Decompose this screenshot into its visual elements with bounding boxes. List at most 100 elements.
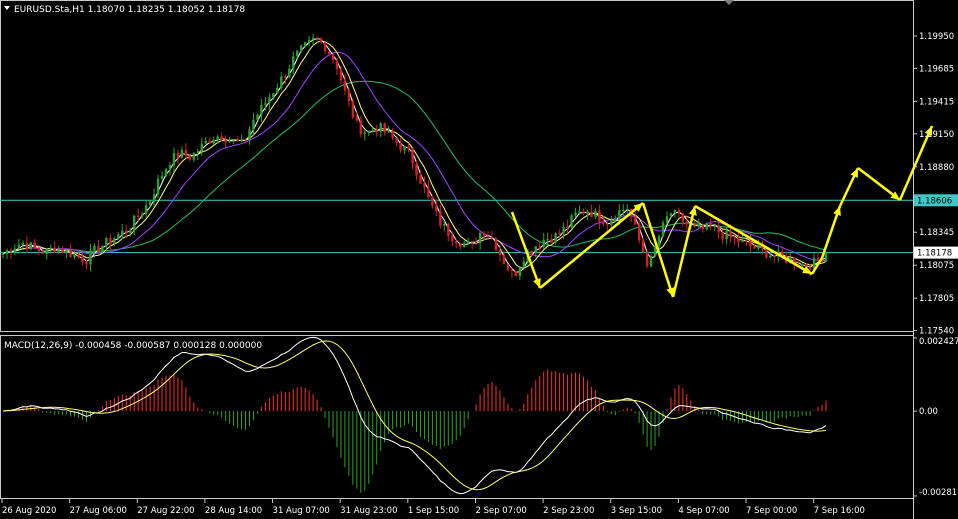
candle-body bbox=[240, 139, 243, 142]
candle-body bbox=[387, 131, 390, 133]
candle-body bbox=[49, 247, 52, 249]
candle-body bbox=[729, 231, 732, 238]
candle-body bbox=[367, 130, 370, 133]
candle-body bbox=[618, 210, 621, 220]
candle-body bbox=[61, 248, 64, 254]
candle-body bbox=[41, 251, 44, 255]
candle-body bbox=[136, 215, 140, 217]
price-tick-label: 1.17805 bbox=[919, 294, 954, 304]
candle-body bbox=[57, 248, 60, 253]
candle-body bbox=[252, 119, 255, 130]
candle-body bbox=[220, 136, 223, 140]
candle-body bbox=[180, 149, 184, 158]
candle-body bbox=[216, 136, 219, 140]
candle-body bbox=[645, 252, 649, 267]
candle-body bbox=[89, 250, 92, 265]
candle-body bbox=[188, 155, 192, 160]
candle-body bbox=[5, 250, 9, 254]
candle-body bbox=[411, 148, 414, 164]
candle-body bbox=[248, 129, 251, 140]
candle-body bbox=[530, 250, 533, 254]
candle-body bbox=[554, 233, 557, 243]
candle-body bbox=[236, 139, 239, 142]
trading-chart[interactable]: 1.18606 1.18178 1.19950 1.19685 1.19415 1.19… bbox=[0, 0, 958, 519]
candle-body bbox=[705, 222, 708, 230]
time-tick-label: 31 Aug 23:00 bbox=[340, 506, 397, 516]
candle-body bbox=[232, 139, 235, 141]
candle-body bbox=[594, 210, 597, 218]
candle-body bbox=[327, 51, 331, 54]
candle-body bbox=[665, 216, 669, 223]
candle-body bbox=[725, 231, 728, 240]
candle-body bbox=[733, 237, 736, 239]
candle-body bbox=[622, 210, 625, 212]
candle-body bbox=[125, 230, 128, 233]
price-tick-label: 1.18345 bbox=[919, 228, 954, 238]
candle-body bbox=[534, 246, 537, 254]
candle-body bbox=[85, 261, 88, 265]
candle-body bbox=[77, 254, 80, 258]
candle-body bbox=[435, 205, 438, 212]
candle-body bbox=[769, 255, 772, 258]
candle-body bbox=[697, 225, 700, 227]
candle-body bbox=[737, 238, 740, 243]
time-tick-label: 27 Aug 22:00 bbox=[137, 506, 194, 516]
candle-body bbox=[69, 249, 72, 258]
candle-body bbox=[685, 221, 689, 225]
candle-body bbox=[542, 239, 545, 247]
candle-body bbox=[757, 245, 760, 249]
candle-body bbox=[276, 87, 279, 94]
candle-body bbox=[260, 104, 263, 115]
chart-menu-triangle-icon[interactable] bbox=[4, 6, 10, 10]
projection-arrowhead bbox=[833, 206, 841, 216]
candle-body bbox=[81, 257, 84, 262]
candle-body bbox=[347, 90, 351, 102]
candle-body bbox=[423, 183, 426, 188]
candle-body bbox=[558, 233, 561, 235]
candle-body bbox=[168, 165, 172, 169]
candle-body bbox=[466, 241, 470, 244]
candle-body bbox=[550, 239, 553, 243]
candle-body bbox=[808, 267, 812, 270]
price-tick-label: 1.19415 bbox=[919, 97, 954, 107]
candle-body bbox=[574, 212, 577, 216]
candle-body bbox=[494, 238, 498, 251]
macd-label: MACD(12,26,9) -0.000458 -0.000587 0.0001… bbox=[4, 341, 262, 351]
candle-body bbox=[268, 97, 271, 104]
candle-body bbox=[152, 194, 156, 202]
candle-body bbox=[53, 247, 56, 253]
candle-body bbox=[478, 232, 482, 244]
candle-body bbox=[323, 42, 327, 52]
candle-body bbox=[514, 271, 518, 276]
candle-body bbox=[97, 245, 100, 252]
macd-line bbox=[2, 336, 827, 495]
candle-body bbox=[359, 120, 363, 135]
candle-body bbox=[140, 213, 144, 217]
candle-body bbox=[351, 101, 355, 118]
candle-body bbox=[717, 225, 720, 233]
candle-body bbox=[431, 197, 434, 206]
candle-body bbox=[773, 255, 776, 257]
candle-body bbox=[212, 139, 215, 143]
candle-body bbox=[439, 211, 442, 226]
time-tick-label: 7 Sep 16:00 bbox=[814, 506, 865, 516]
candle-body bbox=[164, 168, 168, 176]
scroll-marker-icon[interactable] bbox=[724, 0, 734, 5]
price-tick-label: 1.17540 bbox=[919, 327, 954, 337]
time-tick-label: 26 Aug 2020 bbox=[2, 506, 56, 516]
candle-body bbox=[204, 141, 207, 144]
candle-body bbox=[399, 143, 402, 151]
candle-body bbox=[244, 139, 247, 141]
candle-body bbox=[29, 242, 33, 249]
candle-body bbox=[113, 238, 116, 244]
candle-body bbox=[264, 103, 267, 105]
candle-body bbox=[661, 222, 665, 237]
candle-body bbox=[459, 243, 462, 248]
time-tick-label: 3 Sep 15:00 bbox=[611, 506, 662, 516]
candle-body bbox=[375, 130, 378, 132]
macd-tick-label: 0.002427 bbox=[919, 337, 958, 347]
candle-body bbox=[13, 248, 17, 253]
candle-body bbox=[590, 211, 593, 218]
candle-body bbox=[709, 222, 712, 226]
symbol-ohlc-label: EURUSD.Sta,H1 1.18070 1.18235 1.18052 1.… bbox=[14, 5, 245, 15]
